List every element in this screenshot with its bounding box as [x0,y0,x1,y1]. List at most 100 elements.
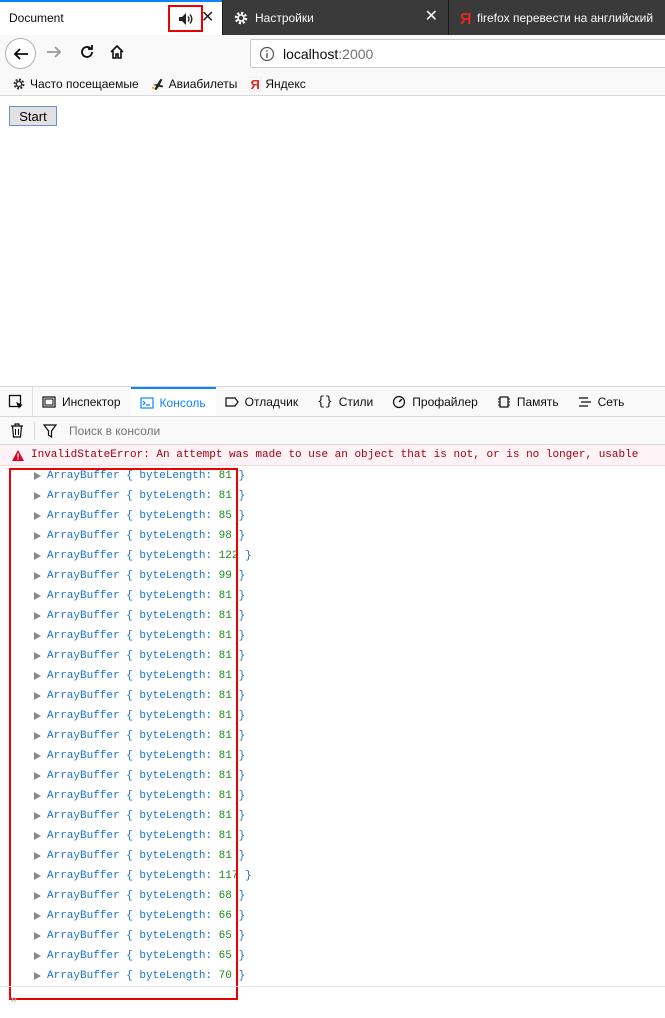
console-log-entry[interactable]: ArrayBuffer { byteLength: 98 } [0,526,665,546]
speaker-icon[interactable] [168,5,203,32]
bookmark-most-visited[interactable]: Часто посещаемые [12,77,139,91]
expand-triangle-icon[interactable] [34,652,41,660]
byte-length-value: 81 [218,810,232,822]
entry-suffix: } [231,910,246,922]
entry-suffix: } [238,870,252,882]
tab-settings[interactable]: Настройки ✕ [222,0,448,35]
bookmark-yandex[interactable]: Я Яндекс [249,76,306,91]
entry-suffix: } [231,470,246,482]
forward-button[interactable] [42,40,66,64]
console-log-entry[interactable]: ArrayBuffer { byteLength: 65 } [0,946,665,966]
byte-length-value: 81 [218,790,232,802]
entry-suffix: } [231,790,246,802]
console-log-entry[interactable]: ArrayBuffer { byteLength: 81 } [0,766,665,786]
entry-prefix: ArrayBuffer { byteLength: [47,590,219,602]
console-log-entry[interactable]: ArrayBuffer { byteLength: 85 } [0,506,665,526]
start-button[interactable]: Start [9,106,57,126]
home-button[interactable] [105,40,129,64]
expand-triangle-icon[interactable] [34,552,41,560]
console-log-entry[interactable]: ArrayBuffer { byteLength: 81 } [0,666,665,686]
expand-triangle-icon[interactable] [34,932,41,940]
expand-triangle-icon[interactable] [34,752,41,760]
console-log-entry[interactable]: ArrayBuffer { byteLength: 81 } [0,686,665,706]
console-log-entry[interactable]: ArrayBuffer { byteLength: 81 } [0,606,665,626]
tab-document[interactable]: Document ✕ [0,0,222,35]
expand-triangle-icon[interactable] [34,692,41,700]
tab-inspector[interactable]: Инспектор [33,387,131,416]
expand-triangle-icon[interactable] [34,912,41,920]
expand-triangle-icon[interactable] [34,512,41,520]
expand-triangle-icon[interactable] [34,872,41,880]
element-picker-icon[interactable] [0,387,33,416]
tab-search[interactable]: Я firefox перевести на английский [448,0,665,35]
entry-prefix: ArrayBuffer { byteLength: [47,970,219,982]
console-log-entry[interactable]: ArrayBuffer { byteLength: 66 } [0,906,665,926]
tab-network[interactable]: Сеть [569,387,635,416]
console-log-entry[interactable]: ArrayBuffer { byteLength: 81 } [0,806,665,826]
tab-debugger[interactable]: Отладчик [216,387,308,416]
info-icon[interactable] [259,46,275,65]
console-log-entry[interactable]: ArrayBuffer { byteLength: 81 } [0,786,665,806]
expand-triangle-icon[interactable] [34,812,41,820]
expand-triangle-icon[interactable] [34,532,41,540]
close-icon[interactable]: ✕ [201,10,214,26]
reload-button[interactable] [75,40,99,64]
devtools-toolbar: Инспектор Консоль Отладчик {} Стили Проф… [0,386,665,417]
expand-triangle-icon[interactable] [34,632,41,640]
svg-text:Я: Я [460,11,471,26]
expand-triangle-icon[interactable] [34,952,41,960]
bookmark-flights[interactable]: Авиабилеты [151,77,237,91]
expand-triangle-icon[interactable] [34,792,41,800]
trash-icon[interactable] [10,423,24,438]
expand-triangle-icon[interactable] [34,472,41,480]
entry-prefix: ArrayBuffer { byteLength: [47,850,219,862]
expand-triangle-icon[interactable] [34,972,41,980]
console-log-entry[interactable]: ArrayBuffer { byteLength: 81 } [0,826,665,846]
console-log-entry[interactable]: ArrayBuffer { byteLength: 117 } [0,866,665,886]
console-log-entry[interactable]: ArrayBuffer { byteLength: 81 } [0,646,665,666]
tab-profiler[interactable]: Профайлер [383,387,488,416]
url-bar[interactable]: localhost:2000 [250,39,665,68]
expand-triangle-icon[interactable] [34,492,41,500]
tab-memory[interactable]: Память [488,387,569,416]
console-log-entry[interactable]: ArrayBuffer { byteLength: 81 } [0,626,665,646]
tab-styles[interactable]: {} Стили [308,387,383,416]
console-log-entry[interactable]: ArrayBuffer { byteLength: 81 } [0,846,665,866]
console-search-input[interactable]: Поиск в консоли [69,424,160,438]
console-log-entry[interactable]: ArrayBuffer { byteLength: 81 } [0,466,665,486]
console-log-entry[interactable]: ArrayBuffer { byteLength: 68 } [0,886,665,906]
tab-label: Инспектор [62,394,121,409]
expand-triangle-icon[interactable] [34,712,41,720]
console-log-entry[interactable]: ArrayBuffer { byteLength: 81 } [0,746,665,766]
expand-triangle-icon[interactable] [34,612,41,620]
expand-triangle-icon[interactable] [34,772,41,780]
console-output: InvalidStateError: An attempt was made t… [0,445,665,1018]
close-icon[interactable]: ✕ [425,9,438,25]
console-log-entry[interactable]: ArrayBuffer { byteLength: 81 } [0,486,665,506]
console-log-entry[interactable]: ArrayBuffer { byteLength: 70 } [0,966,665,986]
expand-triangle-icon[interactable] [34,852,41,860]
entry-prefix: ArrayBuffer { byteLength: [47,790,219,802]
bookmark-label: Часто посещаемые [30,76,139,91]
console-log-entry[interactable]: ArrayBuffer { byteLength: 65 } [0,926,665,946]
console-log-entry[interactable]: ArrayBuffer { byteLength: 81 } [0,706,665,726]
console-log-entry[interactable]: ArrayBuffer { byteLength: 122 } [0,546,665,566]
console-input-row[interactable]: » [0,986,665,1018]
expand-triangle-icon[interactable] [34,572,41,580]
expand-triangle-icon[interactable] [34,592,41,600]
expand-triangle-icon[interactable] [34,892,41,900]
expand-triangle-icon[interactable] [34,672,41,680]
expand-triangle-icon[interactable] [34,832,41,840]
byte-length-value: 85 [218,510,232,522]
console-error-row[interactable]: InvalidStateError: An attempt was made t… [0,445,665,466]
byte-length-value: 81 [218,690,232,702]
console-log-entry[interactable]: ArrayBuffer { byteLength: 99 } [0,566,665,586]
tab-console[interactable]: Консоль [130,387,216,416]
filter-icon[interactable] [43,423,57,438]
console-log-entry[interactable]: ArrayBuffer { byteLength: 81 } [0,726,665,746]
entry-prefix: ArrayBuffer { byteLength: [47,930,219,942]
url-text: localhost:2000 [283,46,374,62]
console-log-entry[interactable]: ArrayBuffer { byteLength: 81 } [0,586,665,606]
expand-triangle-icon[interactable] [34,732,41,740]
back-button[interactable] [5,38,36,69]
